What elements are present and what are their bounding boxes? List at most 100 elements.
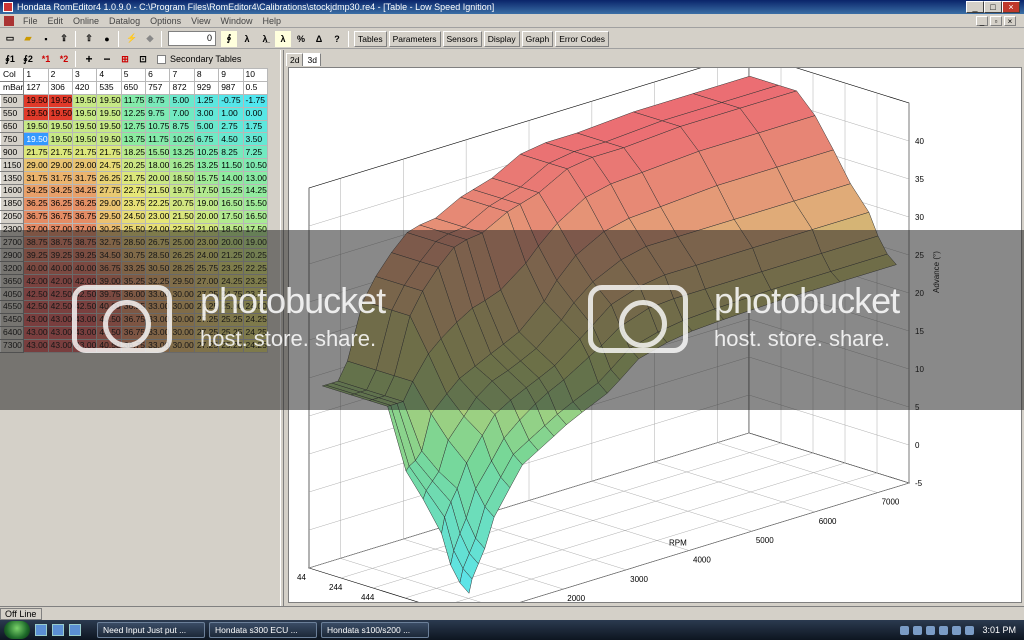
table-cell[interactable]: 27.25	[193, 287, 220, 302]
table-cell[interactable]: 32.75	[96, 235, 122, 250]
table-cell[interactable]: 11.75	[120, 93, 147, 108]
help-icon[interactable]: ?	[329, 31, 345, 47]
menu-window[interactable]: Window	[215, 16, 257, 26]
table-cell[interactable]: 10.25	[193, 145, 220, 160]
table-cell[interactable]: 19.00	[242, 235, 269, 250]
table-cell[interactable]: 30.00	[169, 287, 195, 302]
table-cell[interactable]: 14.25	[242, 184, 269, 198]
table-cell[interactable]: 37.00	[47, 222, 74, 237]
table-cell[interactable]: 9.75	[145, 106, 171, 121]
table-cell[interactable]: 7.25	[242, 145, 269, 160]
table-cell[interactable]: 10.25	[169, 132, 195, 147]
display-button[interactable]: Display	[483, 30, 520, 47]
table-cell[interactable]: 19.75	[169, 184, 195, 198]
table-cell[interactable]: 33.25	[120, 261, 147, 276]
table-cell[interactable]: 5.00	[169, 93, 195, 108]
tray-app-icon[interactable]	[952, 625, 962, 635]
row-header[interactable]: Col	[0, 68, 25, 82]
column-header[interactable]: 306	[47, 80, 74, 95]
table-cell[interactable]: 8.75	[145, 93, 171, 108]
table-cell[interactable]: 42.00	[72, 274, 98, 289]
table-cell[interactable]: 22.25	[145, 196, 171, 211]
table-cell[interactable]: 19.50	[96, 119, 122, 134]
table-cell[interactable]: 26.25	[169, 248, 195, 263]
table-cell[interactable]: 39.75	[96, 287, 122, 302]
table-cell[interactable]: 8.75	[169, 119, 195, 134]
table-cell[interactable]: 10.75	[145, 119, 171, 134]
column-header[interactable]: 987	[218, 80, 244, 95]
table-cell[interactable]: 40.00	[23, 261, 49, 276]
table-cell[interactable]: 28.50	[120, 235, 147, 250]
table-cell[interactable]: 23.25	[218, 261, 244, 276]
table-cell[interactable]: 33.00	[145, 287, 171, 302]
new-file-icon[interactable]: ▭	[2, 31, 18, 47]
table-cell[interactable]: 36.25	[23, 196, 49, 211]
table-cell[interactable]: 23.00	[145, 209, 171, 224]
table-cell[interactable]: 33.00	[145, 325, 171, 340]
column-header[interactable]: 6	[145, 68, 171, 82]
table-cell[interactable]: 36.00	[120, 287, 147, 302]
table-cell[interactable]: 24.00	[145, 222, 171, 237]
diamond-icon[interactable]: ◆	[142, 31, 158, 47]
table-cell[interactable]: 42.50	[72, 287, 98, 302]
table-cell[interactable]: 25.25	[218, 312, 244, 327]
column-header[interactable]: 757	[145, 80, 171, 95]
table-cell[interactable]: 43.00	[72, 312, 98, 327]
table-cell[interactable]: 40.00	[96, 300, 122, 314]
minus-icon[interactable]: −	[99, 51, 115, 67]
row-header[interactable]: 1850	[0, 196, 25, 211]
table-cell[interactable]: 27.25	[193, 325, 220, 340]
column-header[interactable]: 10	[242, 68, 269, 82]
row-header[interactable]: 1600	[0, 184, 25, 198]
quicklaunch-ie-icon[interactable]	[69, 624, 81, 636]
graph-button[interactable]: Graph	[521, 30, 554, 47]
ignition-advance-icon[interactable]: ∮	[221, 30, 237, 47]
table-cell[interactable]: 43.00	[47, 338, 74, 353]
table-cell[interactable]: 4.50	[218, 132, 244, 147]
star-2-icon[interactable]: *2	[56, 51, 72, 67]
table-cell[interactable]: 19.50	[72, 132, 98, 147]
row-header[interactable]: 500	[0, 93, 25, 108]
table-cell[interactable]: 27.25	[193, 312, 220, 327]
table-cell[interactable]: 18.50	[218, 222, 244, 237]
start-button[interactable]	[4, 621, 30, 639]
row-header[interactable]: 7300	[0, 338, 25, 353]
table-cell[interactable]: 36.75	[120, 338, 147, 353]
table-cell[interactable]: 43.00	[23, 312, 49, 327]
error-codes-button[interactable]: Error Codes	[555, 30, 610, 47]
column-header[interactable]: 4	[96, 68, 122, 82]
table-cell[interactable]: 37.00	[72, 222, 98, 237]
plus-icon[interactable]: +	[81, 51, 97, 67]
table-cell[interactable]: 24.25	[242, 312, 269, 327]
table-cell[interactable]: 19.50	[23, 119, 49, 134]
table-cell[interactable]: -1.75	[242, 93, 269, 108]
table-cell[interactable]: 34.25	[72, 184, 98, 198]
tab-2d[interactable]: 2d	[286, 53, 304, 66]
menu-edit[interactable]: Edit	[43, 16, 69, 26]
table-cell[interactable]: 28.50	[145, 248, 171, 263]
table-cell[interactable]: 36.75	[120, 325, 147, 340]
table-cell[interactable]: 19.50	[23, 132, 49, 147]
table-cell[interactable]: 15.50	[242, 196, 269, 211]
table-cell[interactable]: 19.50	[96, 132, 122, 147]
table-cell[interactable]: 36.75	[96, 261, 122, 276]
up-arrow-icon[interactable]: ⇧	[81, 31, 97, 47]
table-cell[interactable]: 2.75	[218, 119, 244, 134]
column-header[interactable]: 420	[72, 80, 98, 95]
minimize-button[interactable]: _	[966, 1, 984, 13]
table-cell[interactable]: 42.00	[47, 274, 74, 289]
row-header[interactable]: 3650	[0, 274, 25, 289]
table-cell[interactable]: 23.75	[120, 196, 147, 211]
column-header[interactable]: 5	[120, 68, 147, 82]
table-cell[interactable]: 30.75	[120, 248, 147, 263]
column-header[interactable]: 8	[193, 68, 220, 82]
table-cell[interactable]: 39.00	[96, 274, 122, 289]
table-cell[interactable]: 19.50	[72, 93, 98, 108]
table-cell[interactable]: 24.25	[242, 338, 269, 353]
row-header[interactable]: 1150	[0, 158, 25, 173]
table-cell[interactable]: 23.25	[242, 274, 269, 289]
table-cell[interactable]: 12.25	[120, 106, 147, 121]
column-header[interactable]: 9	[218, 68, 244, 82]
table-cell[interactable]: 19.50	[96, 93, 122, 108]
table-cell[interactable]: 19.50	[72, 106, 98, 121]
